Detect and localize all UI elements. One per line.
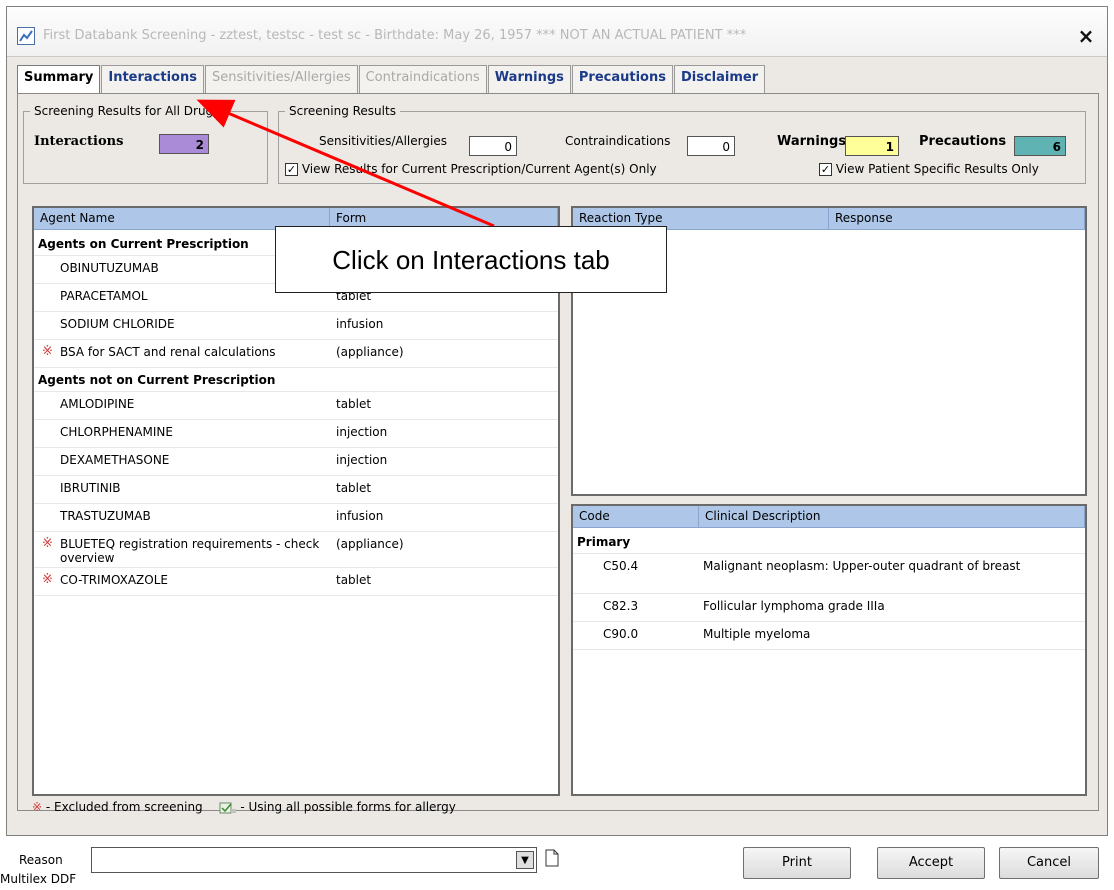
annotation-callout: Click on Interactions tab xyxy=(275,226,667,293)
annotation-arrow xyxy=(196,99,495,228)
